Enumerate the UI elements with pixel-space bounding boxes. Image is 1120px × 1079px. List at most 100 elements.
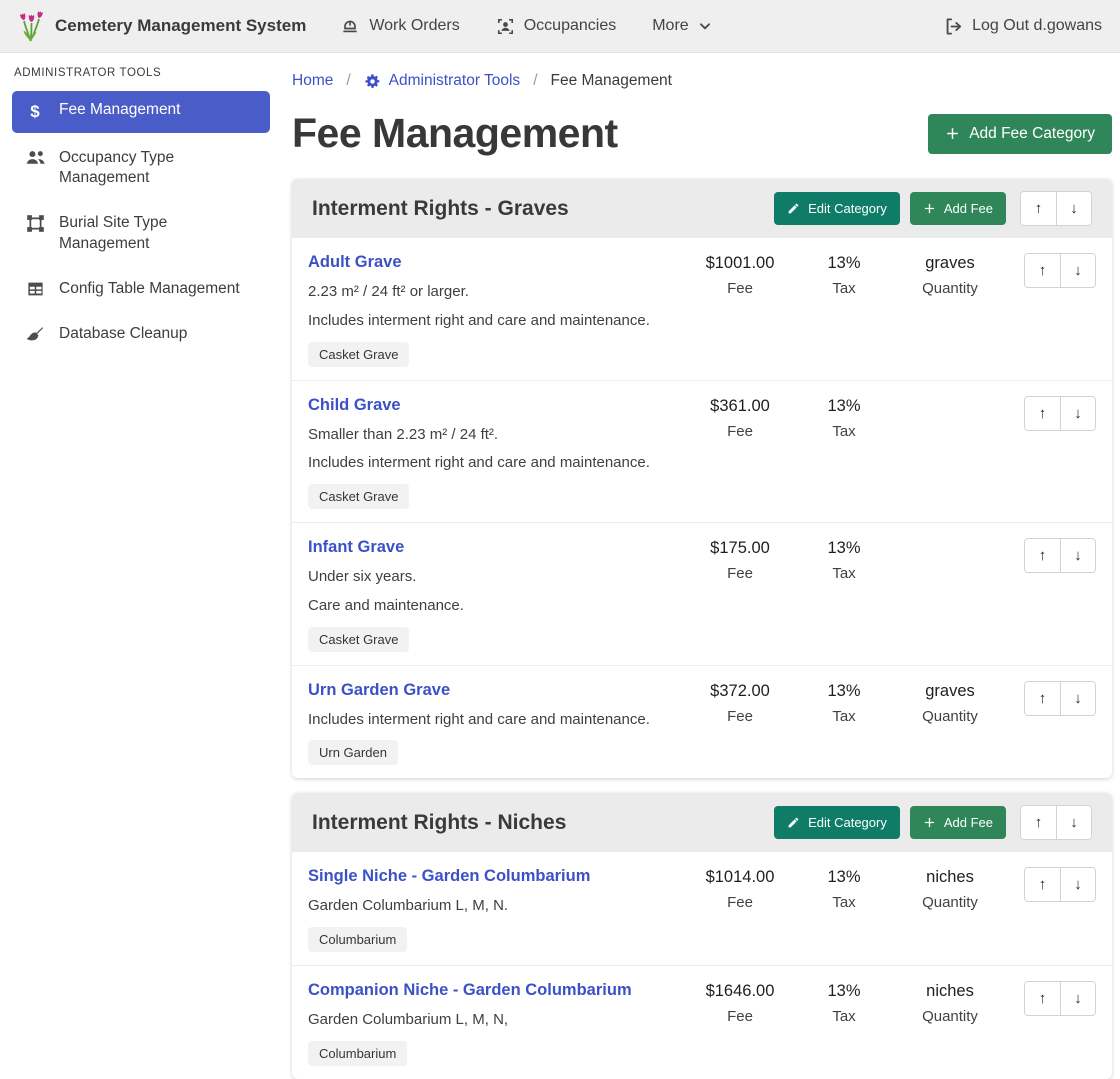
move-up-button[interactable]: ↑ xyxy=(1025,868,1060,901)
fee-type-badge: Urn Garden xyxy=(308,740,398,765)
fee-amount-column: $1646.00 Fee xyxy=(684,981,796,1025)
reorder-arrow-group-fee: ↑↓ xyxy=(1024,253,1096,288)
move-up-button[interactable]: ↑ xyxy=(1021,192,1056,225)
add-fee-button[interactable]: Add Fee xyxy=(910,806,1006,839)
fee-description: Includes interment right and care and ma… xyxy=(308,310,676,332)
nav-link-more[interactable]: More xyxy=(652,17,711,35)
move-down-button[interactable]: ↓ xyxy=(1056,192,1091,225)
dollar-icon: $ xyxy=(24,101,46,123)
fee-row: Single Niche - Garden ColumbariumGarden … xyxy=(292,852,1112,965)
fee-details: Urn Garden GraveIncludes interment right… xyxy=(308,681,684,766)
breadcrumb: Home / Administrator Tools / Fee Managem… xyxy=(292,72,1112,90)
table-icon xyxy=(24,280,46,298)
quantity-label: Quantity xyxy=(892,894,1008,911)
tax-label: Tax xyxy=(796,1008,892,1025)
fee-name-link[interactable]: Urn Garden Grave xyxy=(308,681,450,700)
fee-name-link[interactable]: Single Niche - Garden Columbarium xyxy=(308,867,590,886)
move-up-button[interactable]: ↑ xyxy=(1021,806,1056,839)
edit-category-button[interactable]: Edit Category xyxy=(774,192,900,225)
fee-type-badge: Columbarium xyxy=(308,927,407,952)
fee-name-link[interactable]: Companion Niche - Garden Columbarium xyxy=(308,981,632,1000)
nav-link-occupancies[interactable]: Occupancies xyxy=(496,17,617,36)
broom-icon xyxy=(24,325,46,344)
navbar: Cemetery Management System Work Orders Oc… xyxy=(0,0,1120,53)
brand[interactable]: Cemetery Management System xyxy=(18,10,306,43)
sidebar-item-fee-management[interactable]: $Fee Management xyxy=(12,91,270,133)
move-down-button[interactable]: ↓ xyxy=(1060,397,1095,430)
fee-amount-label: Fee xyxy=(684,423,796,440)
logout-button[interactable]: Log Out d.gowans xyxy=(944,17,1102,36)
tax-value: 13% xyxy=(796,539,892,558)
fee-amount-value: $175.00 xyxy=(684,539,796,558)
move-down-button[interactable]: ↓ xyxy=(1060,982,1095,1015)
tax-column: 13%Tax xyxy=(796,981,892,1025)
fee-name-link[interactable]: Infant Grave xyxy=(308,538,404,557)
fee-amount-label: Fee xyxy=(684,894,796,911)
nav-link-work-orders[interactable]: Work Orders xyxy=(340,16,459,36)
edit-category-label: Edit Category xyxy=(808,815,887,830)
breadcrumb-admin-label: Administrator Tools xyxy=(389,72,521,90)
move-down-button[interactable]: ↓ xyxy=(1056,806,1091,839)
fee-amount-label: Fee xyxy=(684,1008,796,1025)
sidebar-item-label: Burial Site Type Management xyxy=(59,213,258,253)
fee-details: Adult Grave 2.23 m² / 24 ft² or larger. In… xyxy=(308,253,684,367)
tax-value: 13% xyxy=(796,868,892,887)
move-down-button[interactable]: ↓ xyxy=(1060,682,1095,715)
quantity-label: Quantity xyxy=(892,280,1008,297)
quantity-value: niches xyxy=(892,982,1008,1001)
sidebar-item-burial-site-type-management[interactable]: Burial Site Type Management xyxy=(12,204,270,263)
fee-amount-value: $1646.00 xyxy=(684,982,796,1001)
reorder-arrow-group-fee: ↑↓ xyxy=(1024,867,1096,902)
fee-amount-column: $175.00 Fee xyxy=(684,538,796,582)
tax-column: 13%Tax xyxy=(796,396,892,440)
move-up-button[interactable]: ↑ xyxy=(1025,982,1060,1015)
fee-details: Companion Niche - Garden ColumbariumGard… xyxy=(308,981,684,1066)
add-fee-category-button[interactable]: Add Fee Category xyxy=(928,114,1112,154)
fee-amount-column: $1014.00Fee xyxy=(684,867,796,911)
fee-category-card: Interment Rights - NichesEdit CategoryAd… xyxy=(292,793,1112,1079)
quantity-value: graves xyxy=(892,254,1008,273)
breadcrumb-home-link[interactable]: Home xyxy=(292,72,333,90)
tax-label: Tax xyxy=(796,423,892,440)
plus-icon xyxy=(945,126,960,141)
move-down-button[interactable]: ↓ xyxy=(1060,254,1095,287)
sidebar-item-occupancy-type-management[interactable]: Occupancy Type Management xyxy=(12,139,270,198)
add-fee-label: Add Fee xyxy=(944,201,993,216)
tax-column: 13%Tax xyxy=(796,538,892,582)
chevron-down-icon xyxy=(698,19,712,33)
move-up-button[interactable]: ↑ xyxy=(1025,682,1060,715)
quantity-column: graves Quantity xyxy=(892,253,1008,297)
reorder-arrow-group-fee: ↑↓ xyxy=(1024,681,1096,716)
fee-row: Companion Niche - Garden ColumbariumGard… xyxy=(292,965,1112,1079)
logout-icon xyxy=(944,17,963,36)
tax-column: 13%Tax xyxy=(796,867,892,911)
quantity-value: niches xyxy=(892,868,1008,887)
brand-title: Cemetery Management System xyxy=(55,16,306,36)
reorder-arrow-group-fee: ↑↓ xyxy=(1024,538,1096,573)
move-down-button[interactable]: ↓ xyxy=(1060,539,1095,572)
move-up-button[interactable]: ↑ xyxy=(1025,254,1060,287)
sidebar-item-config-table-management[interactable]: Config Table Management xyxy=(12,270,270,309)
move-up-button[interactable]: ↑ xyxy=(1025,397,1060,430)
fee-amount-column: $372.00Fee xyxy=(684,681,796,725)
reorder-arrow-group-fee: ↑↓ xyxy=(1024,981,1096,1016)
fee-amount-column: $361.00Fee xyxy=(684,396,796,440)
fee-name-link[interactable]: Child Grave xyxy=(308,396,401,415)
quantity-column: niches Quantity xyxy=(892,867,1008,911)
move-up-button[interactable]: ↑ xyxy=(1025,539,1060,572)
quantity-column: gravesQuantity xyxy=(892,681,1008,725)
tulips-logo-icon xyxy=(18,10,45,43)
tax-column: 13%Tax xyxy=(796,681,892,725)
breadcrumb-admin-link[interactable]: Administrator Tools xyxy=(364,72,521,90)
sidebar-item-database-cleanup[interactable]: Database Cleanup xyxy=(12,315,270,354)
fee-description: 2.23 m² / 24 ft² or larger. xyxy=(308,281,676,303)
tax-value: 13% xyxy=(796,254,892,273)
add-fee-button[interactable]: Add Fee xyxy=(910,192,1006,225)
fee-amount-label: Fee xyxy=(684,565,796,582)
move-down-button[interactable]: ↓ xyxy=(1060,868,1095,901)
main-content: Home / Administrator Tools / Fee Managem… xyxy=(292,53,1112,939)
fee-name-link[interactable]: Adult Grave xyxy=(308,253,402,272)
edit-category-button[interactable]: Edit Category xyxy=(774,806,900,839)
frame-corners-icon xyxy=(24,214,46,233)
fee-type-badge: Casket Grave xyxy=(308,484,409,509)
